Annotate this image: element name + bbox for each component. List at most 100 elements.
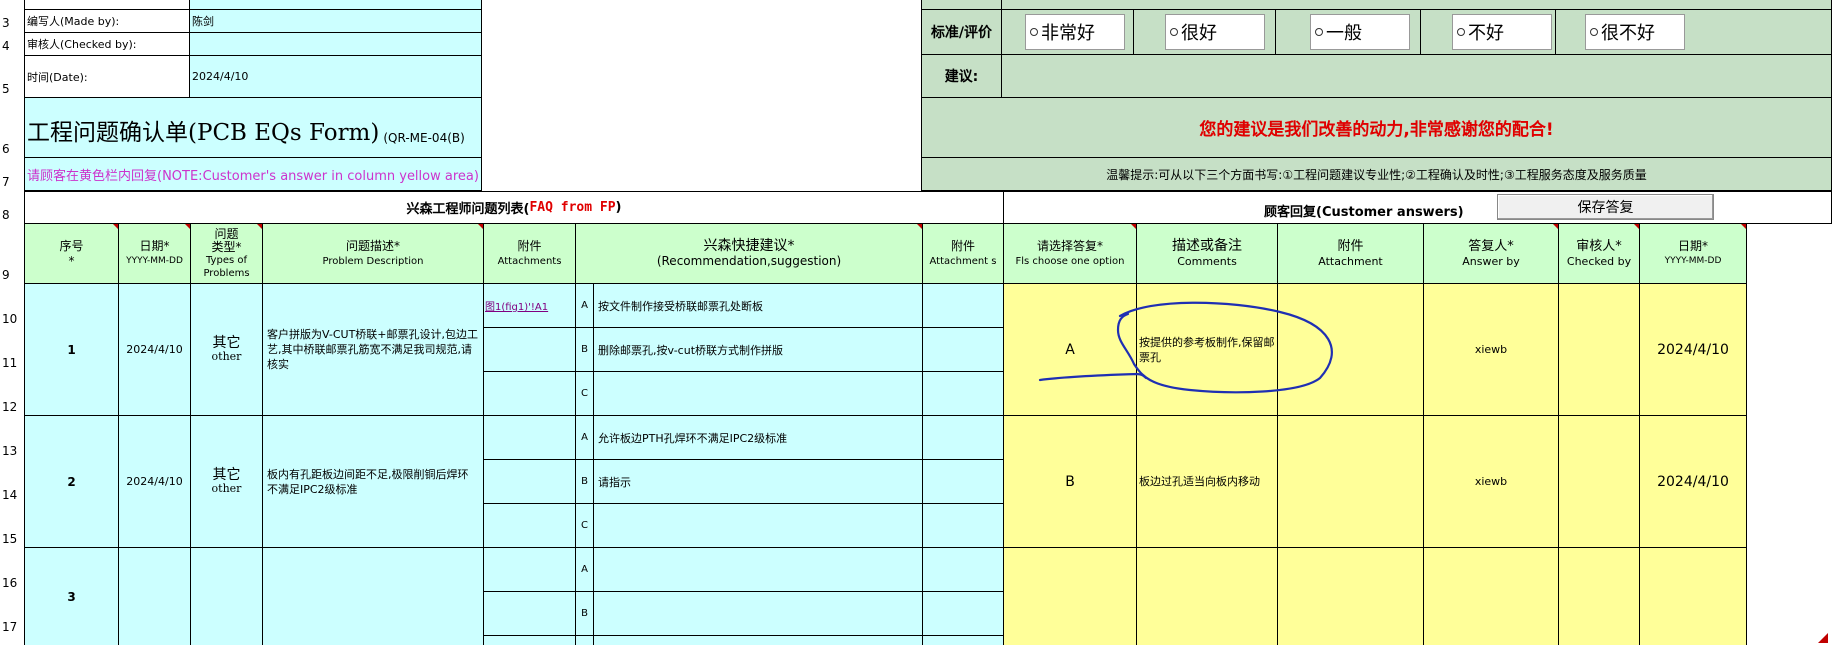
row3-opt-a-text xyxy=(594,548,923,592)
row3-opt-c-text xyxy=(594,636,923,645)
row-number-9: 9 xyxy=(2,268,10,282)
row2-description[interactable]: 板内有孔距板边间距不足,极限削铜后焊环不满足IPC2级标准 xyxy=(263,416,484,548)
row3-type[interactable] xyxy=(191,548,263,645)
row2-attach-a[interactable] xyxy=(484,416,576,460)
row2-date2[interactable]: 2024/4/10 xyxy=(1640,416,1747,548)
row2-attach2-a[interactable] xyxy=(923,416,1004,460)
row1-attach-link[interactable]: 图1(fig1)'!A1 xyxy=(484,284,576,328)
row3-attach-c[interactable] xyxy=(484,636,576,645)
engineer-section-title: 兴森工程师问题列表(FAQ from FP) xyxy=(25,191,1004,224)
rating-top-partial xyxy=(1002,0,1832,10)
row-number-3: 3 xyxy=(2,16,10,30)
row1-attach-b[interactable] xyxy=(484,328,576,372)
row2-seq: 2 xyxy=(25,416,119,548)
row1-date[interactable]: 2024/4/10 xyxy=(119,284,191,416)
header-blank-area xyxy=(482,0,922,191)
suggest-input[interactable] xyxy=(1002,55,1832,98)
row1-answer-by[interactable]: xiewb xyxy=(1424,284,1559,416)
row1-attach2-c[interactable] xyxy=(923,372,1004,416)
row-number-8: 8 xyxy=(2,208,10,222)
thanks-message: 您的建议是我们改善的动力,非常感谢您的配合! xyxy=(922,98,1832,158)
rating-option-very-good[interactable]: 非常好 xyxy=(1025,14,1125,50)
header-row2-value[interactable] xyxy=(190,0,482,10)
method-label xyxy=(922,0,1002,10)
col-header-suggestion: 兴森快捷建议* (Recommendation,suggestion) xyxy=(576,224,923,284)
row2-attach-b[interactable] xyxy=(484,460,576,504)
row-number-10: 10 xyxy=(2,312,18,326)
made-by-label: 编写人(Made by): xyxy=(25,10,190,33)
row1-attach-c[interactable] xyxy=(484,372,576,416)
row1-opt-a-text: 按文件制作接受桥联邮票孔处断板 xyxy=(594,284,923,328)
rating-options-row xyxy=(1002,10,1832,55)
row-number-7: 7 xyxy=(2,175,10,189)
row2-opt-b-text: 请指示 xyxy=(594,460,923,504)
row1-opt-b-text: 删除邮票孔,按v-cut桥联方式制作拼版 xyxy=(594,328,923,372)
row2-attach2-b[interactable] xyxy=(923,460,1004,504)
radio-icon xyxy=(1457,28,1465,36)
row2-attach3[interactable] xyxy=(1278,416,1424,548)
radio-icon xyxy=(1170,28,1178,36)
row1-description[interactable]: 客户拼版为V-CUT桥联+邮票孔设计,包边工艺,其中桥联邮票孔筋宽不满足我司规范… xyxy=(263,284,484,416)
row-number-5: 5 xyxy=(2,82,10,96)
row-number-4: 4 xyxy=(2,39,10,53)
form-code: (QR-ME-04(B) xyxy=(383,131,465,145)
row2-type[interactable]: 其它 other xyxy=(191,416,263,548)
row3-attach2-b[interactable] xyxy=(923,592,1004,636)
date-label: 时间(Date): xyxy=(25,56,190,98)
row3-opt-a-letter: A xyxy=(576,548,594,592)
row3-attach3[interactable] xyxy=(1278,548,1424,645)
col-header-attach: 附件 Attachments xyxy=(484,224,576,284)
row2-opt-c-letter: C xyxy=(576,504,594,548)
row2-opt-c-text xyxy=(594,504,923,548)
tips-text: 温馨提示:可从以下三个方面书写:①工程问题建议专业性;②工程确认及时性;③工程服… xyxy=(922,158,1832,191)
row1-attach2-a[interactable] xyxy=(923,284,1004,328)
row-number-12: 12 xyxy=(2,400,18,414)
made-by-value[interactable]: 陈剑 xyxy=(190,10,482,33)
row3-answer-by[interactable] xyxy=(1424,548,1559,645)
row3-description[interactable] xyxy=(263,548,484,645)
row2-date[interactable]: 2024/4/10 xyxy=(119,416,191,548)
row2-attach2-c[interactable] xyxy=(923,504,1004,548)
row3-seq: 3 xyxy=(25,548,119,645)
col-header-desc: 问题描述* Problem Description xyxy=(263,224,484,284)
row1-checked-by[interactable] xyxy=(1559,284,1640,416)
col-header-choose: 请选择答复* Fls choose one option xyxy=(1004,224,1137,284)
col-header-attach3: 附件 Attachment xyxy=(1278,224,1424,284)
row2-checked-by[interactable] xyxy=(1559,416,1640,548)
row1-type[interactable]: 其它 other xyxy=(191,284,263,416)
rating-option-good[interactable]: 很好 xyxy=(1165,14,1265,50)
date-value[interactable]: 2024/4/10 xyxy=(190,56,482,98)
row2-answer-by[interactable]: xiewb xyxy=(1424,416,1559,548)
row1-date2[interactable]: 2024/4/10 xyxy=(1640,284,1747,416)
row2-attach-c[interactable] xyxy=(484,504,576,548)
customer-note: 请顾客在黄色栏内回复(NOTE:Customer's answer in col… xyxy=(25,158,482,191)
col-header-comments: 描述或备注 Comments xyxy=(1137,224,1278,284)
col-header-type: 问题 类型* Types of Problems xyxy=(191,224,263,284)
row1-opt-b-letter: B xyxy=(576,328,594,372)
rating-option-bad[interactable]: 不好 xyxy=(1452,14,1552,50)
checked-by-label: 审核人(Checked by): xyxy=(25,33,190,56)
row2-choice[interactable]: B xyxy=(1004,416,1137,548)
rating-option-very-bad[interactable]: 很不好 xyxy=(1585,14,1685,50)
row3-choice[interactable] xyxy=(1004,548,1137,645)
grid-left-border xyxy=(24,0,25,645)
save-answer-button[interactable]: 保存答复 xyxy=(1497,194,1714,220)
row3-attach2-a[interactable] xyxy=(923,548,1004,592)
row2-comment[interactable]: 板边过孔适当向板内移动 xyxy=(1137,416,1278,548)
row3-date2[interactable] xyxy=(1640,548,1747,645)
row1-opt-a-letter: A xyxy=(576,284,594,328)
row3-attach2-c[interactable] xyxy=(923,636,1004,645)
customer-section-title: 顾客回复(Customer answers) xyxy=(1264,205,1464,220)
row3-attach-a[interactable] xyxy=(484,548,576,592)
radio-icon xyxy=(1590,28,1598,36)
row3-date[interactable] xyxy=(119,548,191,645)
row3-checked-by[interactable] xyxy=(1559,548,1640,645)
rating-option-average[interactable]: 一般 xyxy=(1310,14,1410,50)
row3-comment[interactable] xyxy=(1137,548,1278,645)
row-number-6: 6 xyxy=(2,142,10,156)
checked-by-value[interactable] xyxy=(190,33,482,56)
col-header-date: 日期* YYYY-MM-DD xyxy=(119,224,191,284)
row-number-17: 17 xyxy=(2,620,18,634)
row3-attach-b[interactable] xyxy=(484,592,576,636)
row1-attach2-b[interactable] xyxy=(923,328,1004,372)
